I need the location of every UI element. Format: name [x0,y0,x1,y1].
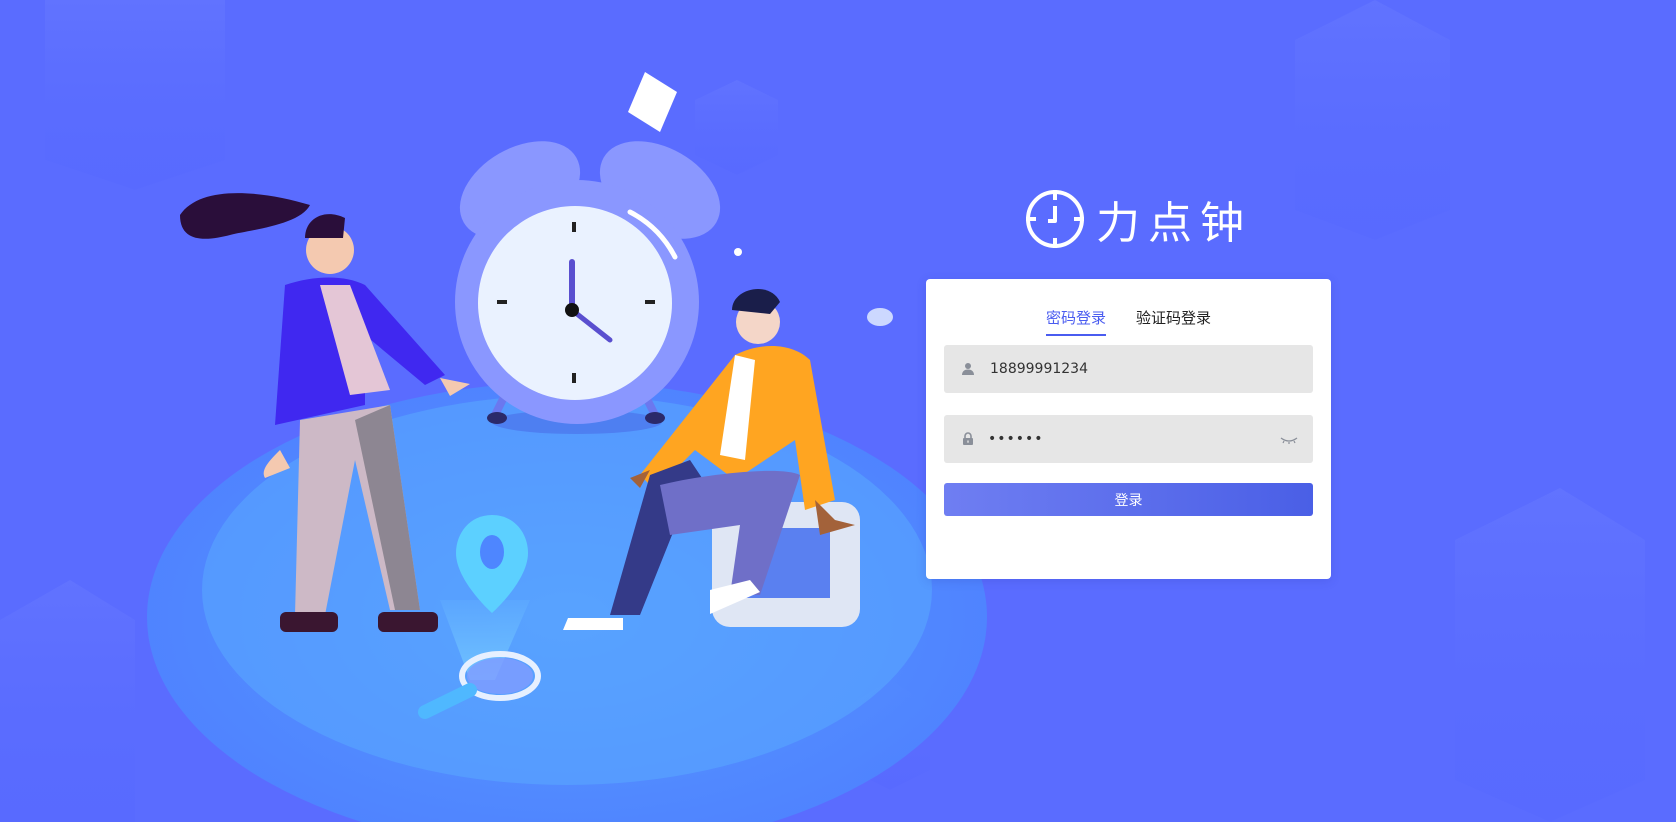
login-card: 密码登录 验证码登录 •••••• 登录 [926,279,1331,579]
username-field-wrapper [944,344,1313,394]
password-field-wrapper: •••••• [944,415,1313,463]
login-tabs: 密码登录 验证码登录 [926,307,1331,336]
eye-closed-icon[interactable] [1279,432,1299,446]
brand-name: 力点钟 [1096,198,1252,249]
username-input[interactable] [988,344,1313,394]
background-illustration [0,0,1676,822]
password-input[interactable]: •••••• [988,431,1279,447]
brand-logo: 力点钟 [1024,186,1252,252]
lock-icon [958,429,978,449]
login-button[interactable]: 登录 [944,483,1313,516]
user-icon [958,359,978,379]
clock-logo-icon [1026,190,1084,248]
tab-password-login[interactable]: 密码登录 [1045,307,1106,336]
tab-code-login[interactable]: 验证码登录 [1136,307,1211,336]
